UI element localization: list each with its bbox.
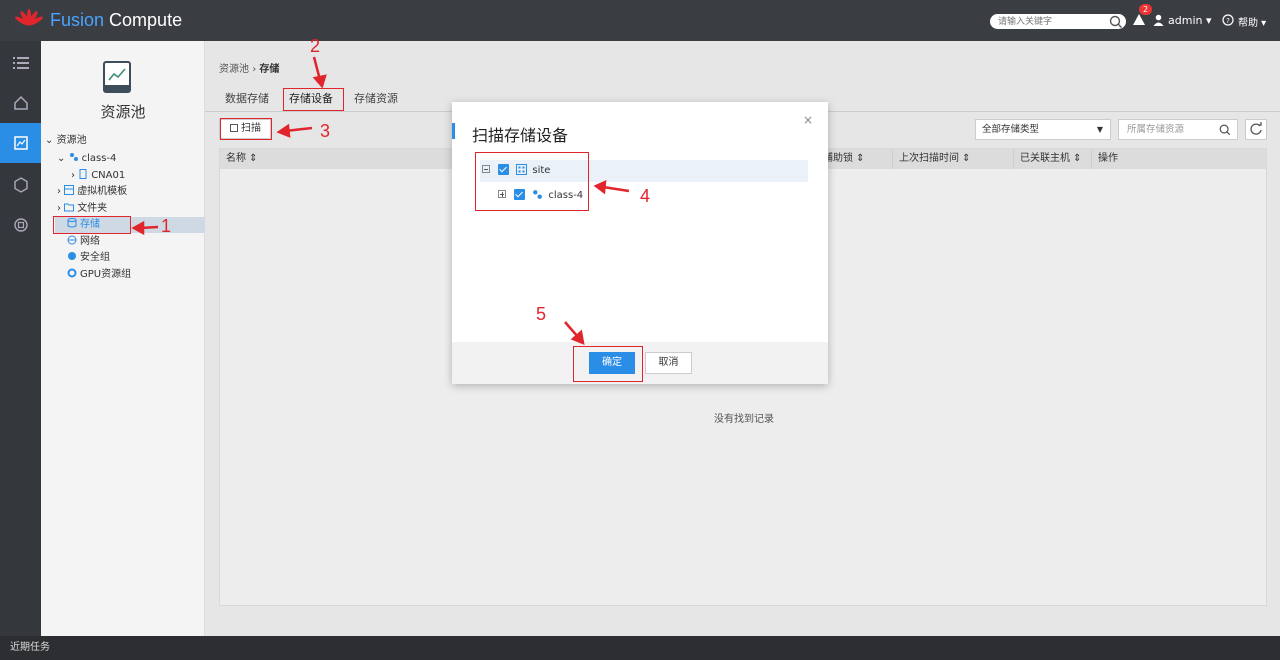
security-group-icon	[68, 252, 76, 260]
tree-node-network[interactable]: 网络	[67, 234, 100, 250]
folder-icon	[64, 203, 75, 212]
svg-text:?: ?	[1226, 17, 1230, 25]
user-icon	[1153, 14, 1164, 26]
title-accent-bar	[452, 123, 455, 139]
chevron-right-icon: ›	[57, 186, 61, 197]
alarm-icon[interactable]	[1132, 13, 1146, 27]
breadcrumb-parent[interactable]: 资源池	[219, 64, 249, 75]
tree-node-folder[interactable]: › 文件夹	[57, 201, 107, 217]
compute-icon	[13, 218, 28, 232]
annotation-box-1	[53, 216, 131, 234]
close-icon[interactable]: ×	[803, 113, 813, 127]
template-icon	[64, 185, 75, 195]
chevron-down-icon: ⌄	[57, 153, 66, 164]
annotation-number-4: 4	[640, 186, 651, 206]
refresh-button[interactable]	[1245, 119, 1267, 140]
panel-title: 资源池	[100, 103, 146, 121]
scan-storage-dialog: 扫描存储设备 × site class-4 确定 取消	[452, 102, 828, 384]
tab-storage-resource[interactable]: 存储资源	[348, 88, 404, 112]
column-last-scan[interactable]: 上次扫描时间 ⇕	[892, 149, 1012, 169]
rail-home-button[interactable]	[0, 83, 41, 123]
resource-pool-icon	[13, 136, 28, 150]
empty-table-message: 没有找到记录	[714, 414, 774, 425]
breadcrumb: 资源池 › 存储	[219, 64, 280, 75]
help-menu[interactable]: 帮助 ▾	[1238, 14, 1266, 29]
rail-resource-pool-button[interactable]	[0, 123, 41, 163]
home-icon	[13, 95, 28, 110]
vm-icon	[13, 177, 28, 193]
chevron-right-icon: ›	[57, 203, 61, 214]
tree-node-class-4[interactable]: ⌄ class-4	[57, 151, 116, 167]
side-rail	[0, 41, 41, 636]
annotation-number-1: 1	[161, 216, 172, 236]
annotation-number-5: 5	[536, 304, 547, 324]
top-bar: Fusion Compute 2 admin ▾ ? 帮助 ▾	[0, 0, 1280, 41]
annotation-box-2	[283, 88, 344, 111]
storage-type-select[interactable]: 全部存储类型 ▼	[975, 119, 1111, 140]
user-menu[interactable]: admin ▾	[1168, 14, 1211, 27]
search-icon[interactable]	[1108, 14, 1124, 29]
annotation-box-5	[573, 346, 643, 382]
cancel-button[interactable]: 取消	[645, 352, 692, 374]
tree-node-gpu-group[interactable]: GPU资源组	[67, 267, 131, 283]
breadcrumb-current: 存储	[259, 64, 280, 75]
huawei-logo-icon	[15, 9, 43, 26]
tree-node-vm-templates[interactable]: › 虚拟机模板	[57, 184, 127, 200]
chevron-down-icon: ⌄	[45, 135, 54, 146]
recent-tasks-bar[interactable]: 近期任务	[0, 636, 1280, 660]
chevron-right-icon: ›	[71, 170, 75, 181]
global-search-input[interactable]	[990, 14, 1126, 29]
storage-resource-search-input[interactable]: 所属存储资源	[1118, 119, 1238, 140]
annotation-box-3	[220, 118, 272, 140]
network-icon	[67, 235, 77, 245]
annotation-box-4	[475, 152, 589, 211]
resource-pool-large-icon	[103, 61, 131, 93]
brand-title: Fusion Compute	[50, 10, 183, 30]
help-icon: ?	[1222, 14, 1234, 26]
annotation-number-2: 2	[310, 36, 321, 56]
tree-node-security-group[interactable]: 安全组	[67, 250, 110, 266]
tree-node-resource-pool[interactable]: ⌄ 资源池	[45, 133, 87, 149]
rail-vm-button[interactable]	[0, 165, 41, 205]
gpu-icon	[67, 268, 77, 278]
refresh-icon	[1250, 122, 1262, 135]
search-icon[interactable]	[1218, 123, 1232, 136]
column-associated-hosts[interactable]: 已关联主机 ⇕	[1013, 149, 1091, 169]
dialog-title: 扫描存储设备	[472, 126, 569, 145]
alarm-count-badge: 2	[1139, 4, 1152, 15]
tab-datastore[interactable]: 数据存储	[219, 88, 275, 112]
tree-node-cna01[interactable]: › CNA01	[71, 168, 125, 184]
host-icon	[79, 169, 87, 179]
column-actions: 操作	[1091, 149, 1266, 169]
column-name[interactable]: 名称 ⇕	[220, 149, 460, 169]
rail-compute-button[interactable]	[0, 205, 41, 245]
resource-tree-panel: 资源池 ⌄ 资源池 ⌄ class-4 › CNA01 › 虚拟机模板 › 文件…	[41, 41, 205, 636]
annotation-number-3: 3	[320, 121, 331, 141]
caret-down-icon: ▼	[1096, 125, 1103, 134]
list-icon	[12, 57, 29, 69]
cluster-icon	[69, 153, 78, 161]
rail-menu-button[interactable]	[0, 43, 41, 83]
